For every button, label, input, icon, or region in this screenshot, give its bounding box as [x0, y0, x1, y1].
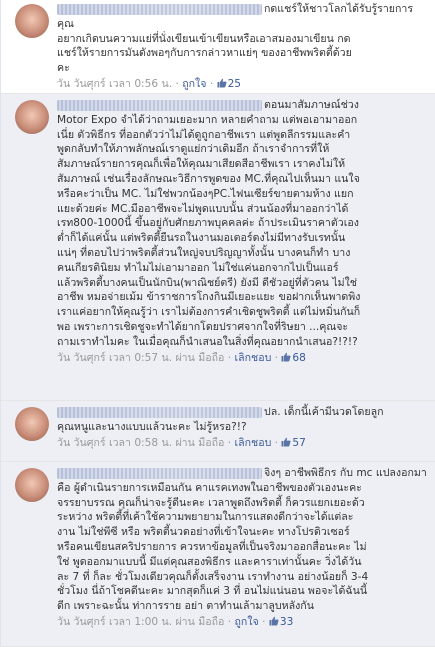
unlike-link[interactable]: เลิกชอบ	[234, 437, 271, 449]
comment-content: ตอนมาสัมภาษณ์ช่วง Motor Expo จำได้ว่าถาม…	[57, 98, 429, 366]
like-link[interactable]: ถูกใจ	[234, 616, 258, 628]
comment-feed: กดแชร์ให้ชาวโลกได้รับรู้รายการคุณ อยากเก…	[0, 0, 435, 647]
avatar[interactable]	[15, 407, 49, 441]
separator-dot: ·	[262, 615, 269, 628]
thumbs-up-icon	[217, 78, 227, 88]
comment-timestamp[interactable]: วัน วันศุกร์ เวลา 1:00 น.	[57, 616, 172, 628]
comment-body: จิงๆ อาชีพพิธีกร กับ mc แปลงอกมา คือ ผู้…	[57, 467, 427, 613]
comment-via: ผ่าน มือถือ	[175, 351, 225, 364]
avatar[interactable]	[15, 100, 49, 134]
comment-via: ผ่าน มือถือ	[175, 436, 225, 449]
like-link[interactable]: ถูกใจ	[182, 78, 206, 90]
avatar[interactable]	[15, 468, 49, 502]
comment-via: ผ่าน มือถือ	[175, 615, 225, 628]
comment-text: ปล. เด็กนี้เค้ามีนวดโดยลูก คุณหนูและนางแ…	[57, 405, 429, 435]
comment-text: กดแชร์ให้ชาวโลกได้รับรู้รายการคุณ อยากเก…	[57, 2, 429, 76]
comment-item: ตอนมาสัมภาษณ์ช่วง Motor Expo จำได้ว่าถาม…	[1, 94, 435, 401]
comment-timestamp[interactable]: วัน วันศุกร์ เวลา 0:57 น.	[57, 352, 172, 364]
comment-item: ปล. เด็กนี้เค้ามีนวดโดยลูก คุณหนูและนางแ…	[1, 401, 435, 462]
comment-body: ตอนมาสัมภาษณ์ช่วง Motor Expo จำได้ว่าถาม…	[57, 99, 361, 348]
avatar[interactable]	[15, 4, 49, 38]
comment-content: ปล. เด็กนี้เค้ามีนวดโดยลูก คุณหนูและนางแ…	[57, 405, 429, 451]
comment-timestamp[interactable]: วัน วันศุกร์ เวลา 0:56 น.	[57, 78, 172, 90]
separator-dot: ·	[209, 77, 217, 90]
commenter-name-redacted[interactable]	[57, 406, 262, 418]
unlike-link[interactable]: เลิกชอบ	[234, 352, 271, 364]
comment-item: กดแชร์ให้ชาวโลกได้รับรู้รายการคุณ อยากเก…	[1, 0, 435, 94]
comment-item: จิงๆ อาชีพพิธีกร กับ mc แปลงอกมา คือ ผู้…	[1, 462, 435, 647]
comment-meta: วัน วันศุกร์ เวลา 0:57 น. ผ่าน มือถือ · …	[57, 351, 429, 366]
commenter-name-redacted[interactable]	[57, 467, 262, 479]
comment-content: จิงๆ อาชีพพิธีกร กับ mc แปลงอกมา คือ ผู้…	[57, 466, 429, 630]
comment-meta: วัน วันศุกร์ เวลา 1:00 น. ผ่าน มือถือ · …	[57, 615, 429, 630]
commenter-name-redacted[interactable]	[57, 99, 262, 111]
commenter-name-redacted[interactable]	[57, 3, 262, 15]
comment-meta: วัน วันศุกร์ เวลา 0:58 น. ผ่าน มือถือ · …	[57, 436, 429, 451]
like-count[interactable]: 25	[217, 78, 241, 90]
thumbs-up-icon	[281, 352, 291, 362]
thumbs-up-icon	[269, 616, 279, 626]
like-count[interactable]: 57	[281, 436, 306, 449]
like-count-value: 33	[279, 615, 294, 628]
comment-content: กดแชร์ให้ชาวโลกได้รับรู้รายการคุณ อยากเก…	[57, 2, 429, 92]
comment-meta: วัน วันศุกร์ เวลา 0:56 น. · ถูกใจ · 25	[57, 77, 429, 92]
like-count[interactable]: 33	[269, 616, 293, 628]
like-count-value: 57	[292, 436, 306, 449]
comment-text: จิงๆ อาชีพพิธีกร กับ mc แปลงอกมา คือ ผู้…	[57, 466, 429, 614]
comment-timestamp[interactable]: วัน วันศุกร์ เวลา 0:58 น.	[57, 437, 172, 449]
comment-text: ตอนมาสัมภาษณ์ช่วง Motor Expo จำได้ว่าถาม…	[57, 98, 429, 350]
like-count[interactable]: 68	[281, 351, 306, 364]
thumbs-up-icon	[281, 437, 291, 447]
like-count-value: 68	[292, 351, 306, 364]
like-count-value: 25	[227, 77, 242, 90]
